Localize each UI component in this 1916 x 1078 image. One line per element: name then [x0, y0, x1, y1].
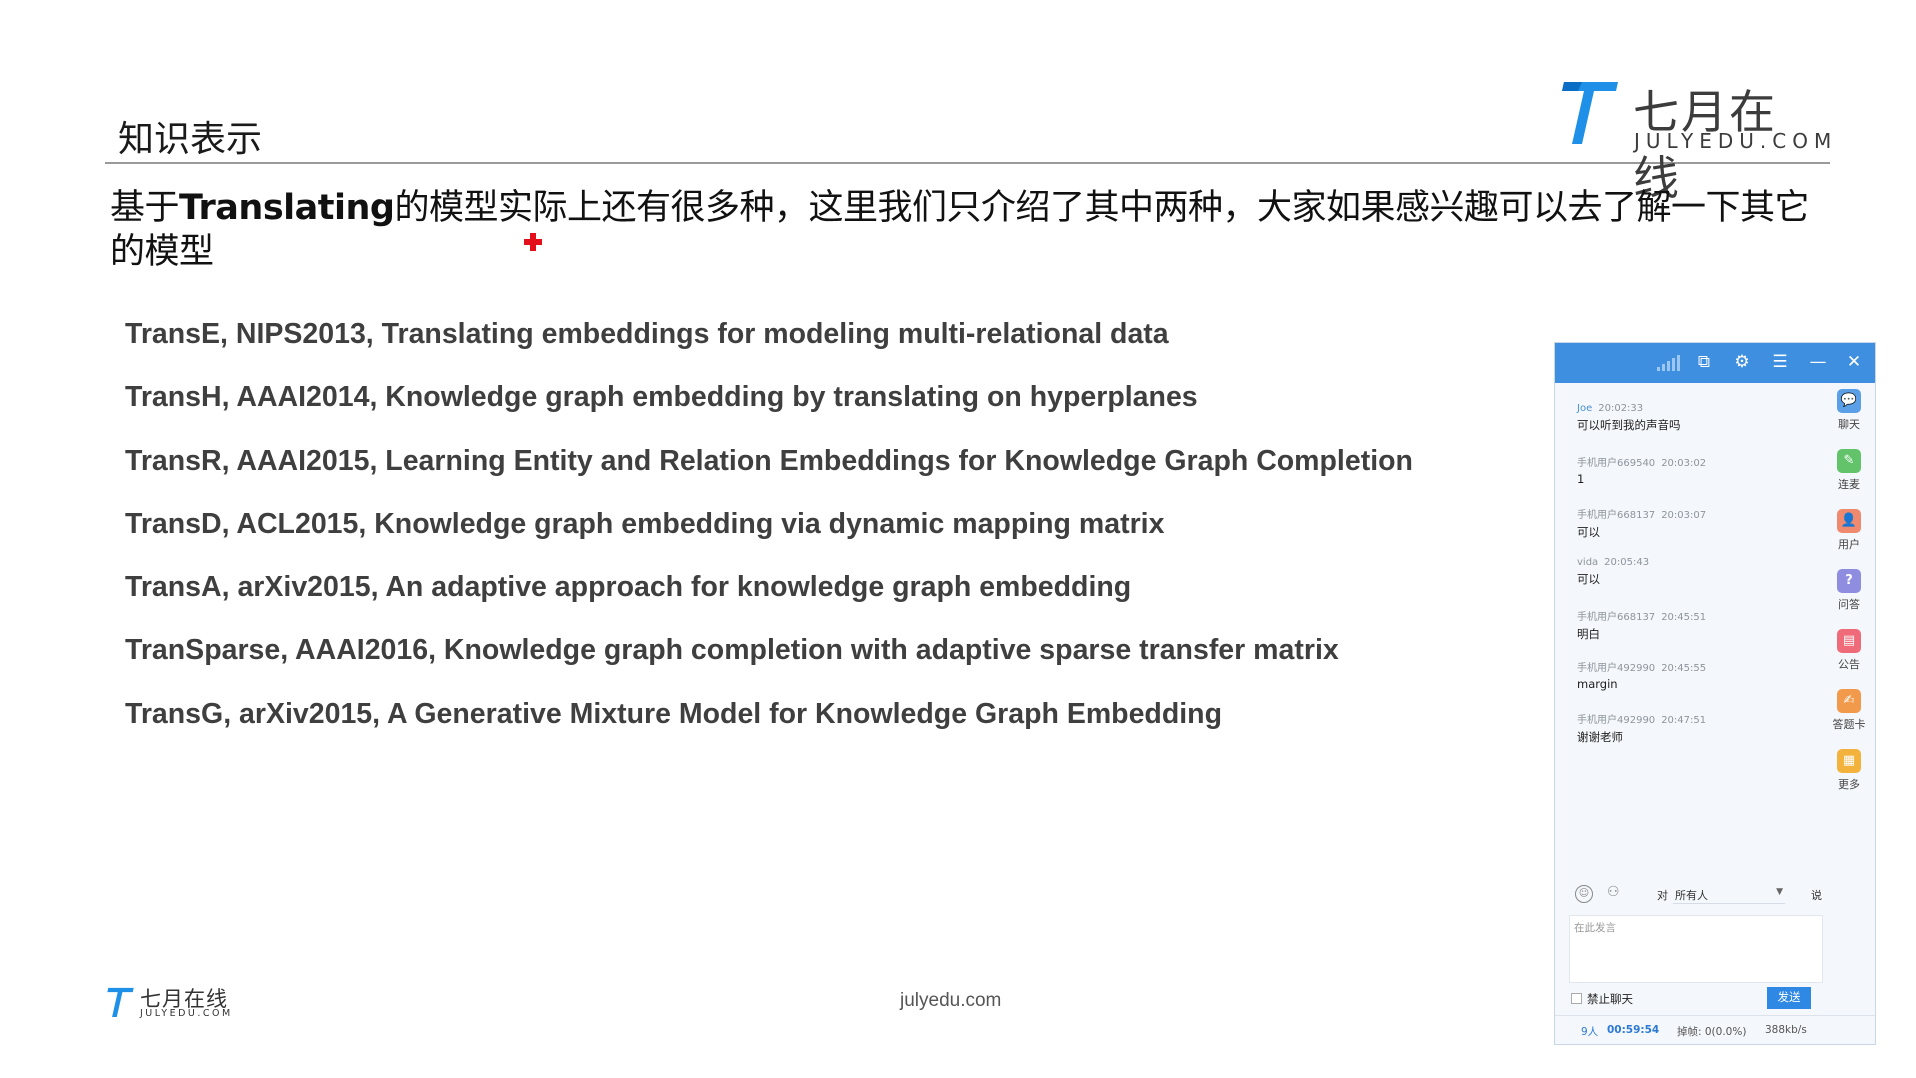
list-item: TransE, NIPS2013, Translating embeddings…: [125, 318, 1169, 350]
message-text: 谢谢老师: [1577, 729, 1623, 744]
chevron-down-icon: ▼: [1776, 887, 1783, 897]
list-item: TransG, arXiv2015, A Generative Mixture …: [125, 697, 1222, 730]
tool-label: 公告: [1838, 658, 1860, 671]
message-user: 手机用户668137: [1577, 509, 1656, 521]
people-icon[interactable]: ⚇: [1607, 884, 1620, 900]
message-text: 可以: [1577, 524, 1600, 539]
message-time: 20:45:51: [1661, 612, 1707, 624]
signal-icon: [1655, 354, 1681, 371]
list-item: TransA, arXiv2015, An adaptive approach …: [125, 571, 1132, 604]
minimize-icon[interactable]: —: [1807, 351, 1829, 373]
online-count: 9人: [1581, 1026, 1599, 1038]
message-text: 1: [1577, 472, 1585, 487]
recipient-select[interactable]: 所有人 ▼: [1673, 884, 1785, 904]
brand-name-en: JULYEDU.COM: [1634, 129, 1838, 153]
message-text: 明白: [1577, 627, 1600, 642]
intro-prefix: 基于: [110, 188, 180, 228]
frame-drop: 掉帧: 0(0.0%): [1677, 1026, 1747, 1038]
recipient-value: 所有人: [1675, 889, 1708, 902]
tool-label: 问答: [1838, 598, 1860, 611]
message-time: 20:47:51: [1661, 714, 1707, 726]
tool-mic-link[interactable]: ✎ 连麦: [1825, 449, 1873, 499]
message-text: 可以: [1577, 571, 1600, 586]
notice-icon: ▤: [1837, 629, 1861, 653]
intro-paragraph: 基于Translating的模型实际上还有很多种，这里我们只介绍了其中两种，大家…: [110, 186, 1810, 274]
mute-chat-checkbox[interactable]: 禁止聊天: [1571, 991, 1633, 1007]
message-time: 20:03:07: [1661, 509, 1707, 521]
brand-name-en: JULYEDU.COM: [140, 1008, 233, 1019]
message-text: margin: [1577, 677, 1618, 692]
tool-label: 答题卡: [1832, 718, 1866, 731]
mic-link-icon: ✎: [1837, 449, 1861, 473]
chat-message: 手机用户492990 20:45:55 margin: [1577, 659, 1807, 710]
message-time: 20:03:02: [1661, 458, 1707, 470]
tool-chat[interactable]: 💬 聊天: [1825, 389, 1873, 439]
chat-titlebar[interactable]: ⧉ ⚙ ☰ — ✕: [1555, 343, 1875, 383]
brand-logo-bottom: 七月在线 JULYEDU.COM: [106, 984, 236, 1020]
message-user: 手机用户668137: [1577, 612, 1656, 624]
close-icon[interactable]: ✕: [1843, 351, 1865, 373]
pointer-cross-icon: [524, 233, 542, 251]
message-text: 可以听到我的声音吗: [1577, 418, 1681, 432]
tool-notice[interactable]: ▤ 公告: [1825, 629, 1873, 679]
chat-message: 手机用户668137 20:03:07 可以: [1577, 506, 1807, 557]
chat-message: 手机用户492990 20:47:51 谢谢老师: [1577, 711, 1807, 762]
julyedu-logo-small-icon: [107, 987, 134, 1018]
tool-label: 聊天: [1838, 418, 1860, 431]
answer-card-icon: ✍: [1837, 689, 1861, 713]
message-user: 手机用户669540: [1577, 458, 1656, 470]
message-user: vida: [1577, 556, 1599, 568]
session-timer: 00:59:54: [1607, 1024, 1660, 1036]
list-item: TransH, AAAI2014, Knowledge graph embedd…: [125, 381, 1198, 414]
tool-label: 用户: [1838, 538, 1860, 551]
slide-title: 知识表示: [118, 119, 263, 160]
message-user: 手机用户492990: [1577, 714, 1656, 726]
question-icon: ?: [1837, 569, 1861, 593]
user-icon: 👤: [1837, 509, 1861, 533]
chat-message: 手机用户669540 20:03:02 1: [1577, 454, 1807, 505]
list-item: TransD, ACL2015, Knowledge graph embeddi…: [125, 507, 1165, 540]
list-item: TransR, AAAI2015, Learning Entity and Re…: [125, 444, 1413, 477]
settings-icon[interactable]: ⚙: [1731, 351, 1753, 373]
list-item: TranSparse, AAAI2016, Knowledge graph co…: [125, 634, 1339, 667]
message-time: 20:02:33: [1598, 403, 1644, 414]
message-list[interactable]: Joe 20:02:33 可以听到我的声音吗 手机用户669540 20:03:02…: [1577, 403, 1807, 762]
input-options-row: ☺ ⚇ 对 所有人 ▼ 说: [1575, 883, 1822, 907]
bitrate: 388kb/s: [1765, 1024, 1807, 1036]
message-input[interactable]: 在此发言: [1569, 915, 1823, 983]
send-button[interactable]: 发送: [1767, 987, 1811, 1009]
message-user: 手机用户492990: [1577, 663, 1656, 675]
to-label: 对: [1657, 889, 1668, 902]
chat-icon: 💬: [1837, 389, 1861, 413]
chat-message: Joe 20:02:33 可以听到我的声音吗: [1577, 403, 1807, 454]
tool-label: 更多: [1838, 778, 1860, 791]
status-bar: 9人 00:59:54 掉帧: 0(0.0%) 388kb/s: [1555, 1015, 1875, 1045]
intro-bold: Translating: [179, 188, 395, 228]
tool-label: 连麦: [1838, 478, 1860, 491]
chat-window: ⧉ ⚙ ☰ — ✕ Joe 20:02:33 可以听到我的声音吗 手机用户6695…: [1554, 342, 1876, 1045]
footer-url: julyedu.com: [900, 990, 1002, 1011]
tool-more[interactable]: ▦ 更多: [1825, 749, 1873, 799]
tool-answer-card[interactable]: ✍ 答题卡: [1825, 689, 1873, 739]
emoji-icon[interactable]: ☺: [1575, 885, 1593, 903]
julyedu-logo-icon: [1562, 82, 1618, 144]
message-input-placeholder: 在此发言: [1574, 922, 1616, 934]
menu-icon[interactable]: ☰: [1769, 351, 1791, 373]
chat-message: vida 20:05:43 可以: [1577, 557, 1807, 608]
chat-message: 手机用户668137 20:45:51 明白: [1577, 608, 1807, 659]
say-label: 说: [1811, 889, 1822, 902]
tool-qa[interactable]: ? 问答: [1825, 569, 1873, 619]
mute-chat-label: 禁止聊天: [1587, 992, 1633, 1006]
message-user: Joe: [1577, 403, 1593, 414]
checkbox-box[interactable]: [1571, 993, 1582, 1004]
brand-logo-top: 七月在线 JULYEDU.COM: [1560, 78, 1831, 205]
popout-icon[interactable]: ⧉: [1693, 351, 1715, 373]
message-time: 20:05:43: [1604, 556, 1650, 568]
message-time: 20:45:55: [1661, 663, 1707, 675]
title-divider: [105, 162, 1830, 164]
more-icon: ▦: [1837, 749, 1861, 773]
tool-user[interactable]: 👤 用户: [1825, 509, 1873, 559]
model-list: TransE, NIPS2013, Translating embeddings…: [125, 318, 1413, 761]
